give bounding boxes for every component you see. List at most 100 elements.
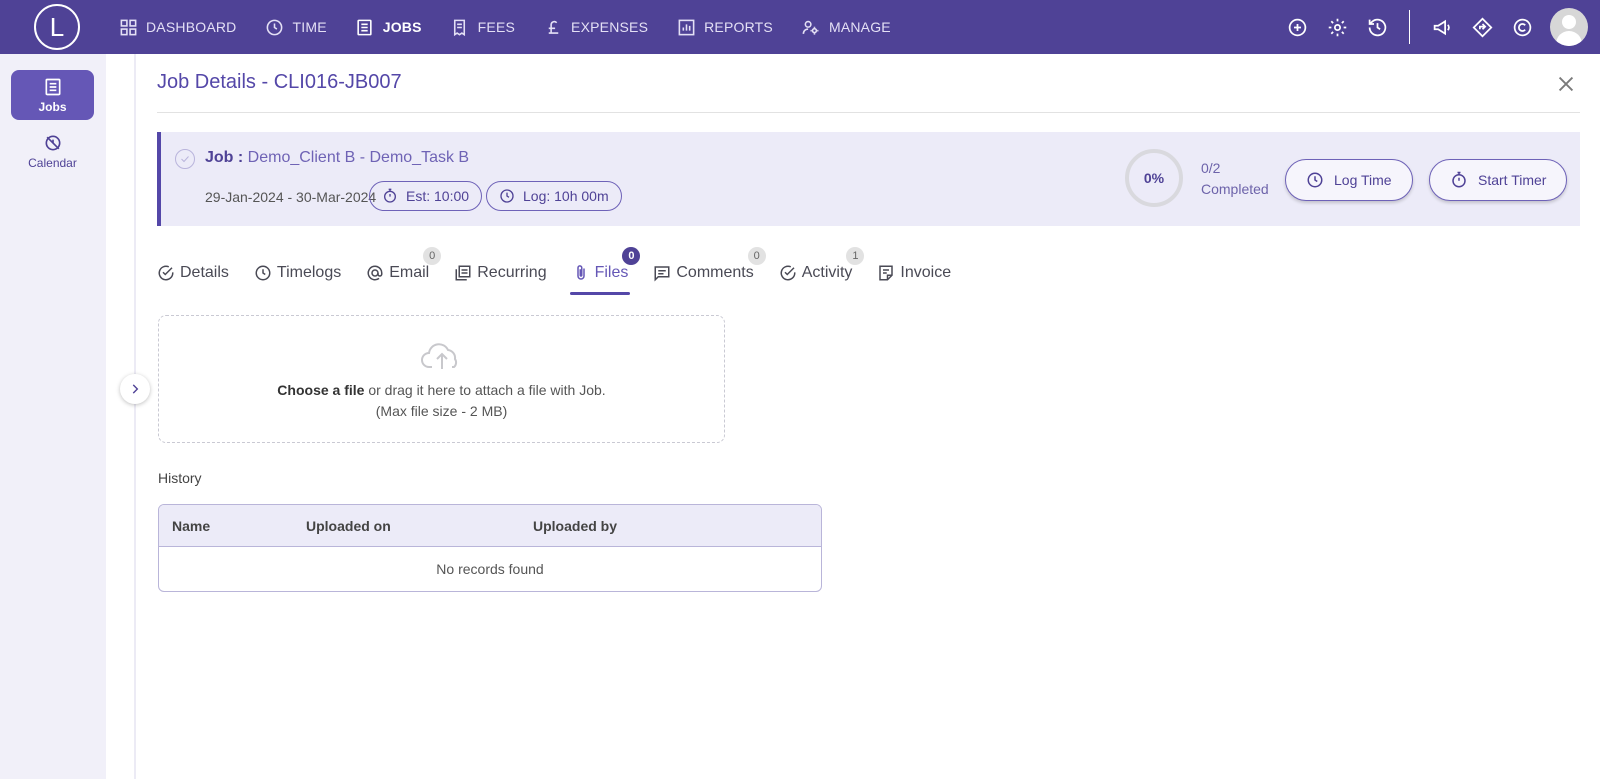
estimate-label: Est: 10:00 [406,188,470,204]
clock-icon [264,17,284,37]
copyright-icon[interactable] [1502,0,1542,54]
tab-label: Files [594,264,629,281]
tab-label: Email [389,264,430,281]
title-divider [157,112,1580,113]
top-navbar: L DASHBOARD TIME JOBS FEES EXPENSES REPO… [0,0,1600,54]
tab-activity[interactable]: Activity 1 [779,247,865,288]
sidebar-item-jobs[interactable]: Jobs [11,70,94,120]
tab-email[interactable]: Email 0 [366,247,442,288]
jobs-icon [355,17,375,37]
nav-dashboard-label: DASHBOARD [146,19,237,35]
tab-label: Timelogs [276,264,342,281]
fees-icon [450,17,470,37]
reports-icon [676,17,696,37]
sidebar-item-label: Jobs [38,99,67,114]
page-title: Job Details - CLI016-JB007 [157,71,402,93]
nav-time[interactable]: TIME [264,17,327,37]
check-icon [181,156,189,163]
dashboard-icon [118,17,138,37]
start-timer-label: Start Timer [1478,172,1547,188]
megaphone-icon[interactable] [1422,0,1462,54]
comments-count-badge: 0 [747,247,766,265]
history-table: Name Uploaded on Uploaded by No records … [158,504,822,592]
topbar-actions [1277,0,1600,54]
stopwatch-icon [384,188,396,203]
cloud-upload-icon [420,339,464,376]
estimate-pill[interactable]: Est: 10:00 [369,181,483,211]
clock-icon [500,189,514,203]
column-uploaded-on[interactable]: Uploaded on [306,518,391,534]
nav-reports-label: REPORTS [704,19,773,35]
nav-dashboard[interactable]: DASHBOARD [118,17,236,37]
nav-manage-label: MANAGE [828,19,891,35]
nav-jobs[interactable]: JOBS [355,17,422,37]
files-count-badge: 0 [622,247,641,265]
completed-count: 0/2 [1201,160,1221,176]
job-tabs: Details Timelogs Email 0 Recurring Files… [157,247,976,298]
close-button[interactable] [1555,73,1577,95]
app-logo[interactable]: L [34,4,80,50]
log-time-label: Log Time [1334,172,1392,188]
logged-pill[interactable]: Log: 10h 00m [486,181,622,211]
history-icon[interactable] [1357,0,1397,54]
chevron-right-icon [132,384,139,394]
jobs-list-icon [45,78,60,95]
nav-reports[interactable]: REPORTS [676,17,773,37]
column-uploaded-by[interactable]: Uploaded by [533,518,617,534]
settings-gear-icon[interactable] [1317,0,1357,54]
at-icon [367,265,383,281]
dropzone-instructions: Choose a file or drag it here to attach … [277,382,605,398]
log-time-button[interactable]: Log Time [1285,159,1413,201]
sidebar-gutter [106,54,136,779]
nav-time-label: TIME [292,19,327,35]
calendar-off-icon [45,135,60,150]
pound-icon [543,17,563,37]
tab-invoice[interactable]: Invoice [877,258,951,288]
logged-label: Log: 10h 00m [523,188,609,204]
paperclip-icon [576,265,585,280]
choose-file-link[interactable]: Choose a file [277,382,364,398]
nav-expenses-label: EXPENSES [571,19,649,35]
user-avatar[interactable] [1550,8,1588,46]
job-complete-toggle[interactable] [175,149,195,169]
nav-jobs-label: JOBS [382,19,422,35]
progress-ring: 0% [1125,149,1183,207]
nav-manage[interactable]: MANAGE [801,17,891,37]
tab-details[interactable]: Details [157,258,229,288]
max-size-note: (Max file size - 2 MB) [375,403,508,419]
job-summary-card: Job : Demo_Client B - Demo_Task B 29-Jan… [157,132,1580,226]
tab-label: Activity [801,264,853,281]
expand-sidebar-button[interactable] [120,374,150,404]
add-circle-icon[interactable] [1277,0,1317,54]
tab-label: Comments [676,264,754,281]
main-nav: DASHBOARD TIME JOBS FEES EXPENSES REPORT… [118,0,919,54]
dropzone-text: or drag it here to attach a file with Jo… [364,382,606,398]
completed-label: Completed [1201,181,1269,197]
tab-timelogs[interactable]: Timelogs [254,258,341,288]
tab-comments[interactable]: Comments 0 [653,247,766,288]
active-tab-indicator [570,292,630,295]
nav-fees[interactable]: FEES [450,17,515,37]
job-title: Job : Demo_Client B - Demo_Task B [205,149,469,167]
invoice-icon [879,265,894,281]
start-timer-button[interactable]: Start Timer [1429,159,1568,201]
left-sidebar: Jobs Calendar [0,54,106,779]
nav-expenses[interactable]: EXPENSES [543,17,648,37]
file-dropzone[interactable]: Choose a file or drag it here to attach … [158,315,725,443]
job-prefix: Job : [205,149,244,166]
history-label: History [158,470,202,486]
close-icon [1558,76,1574,92]
tab-label: Details [180,264,229,281]
manage-icon [801,17,821,37]
sidebar-item-calendar[interactable]: Calendar [11,126,94,176]
tab-label: Invoice [900,264,952,281]
column-name[interactable]: Name [172,518,210,534]
activity-check-icon [780,265,796,281]
nav-fees-label: FEES [477,19,516,35]
tab-recurring[interactable]: Recurring [454,258,547,288]
tab-files[interactable]: Files 0 [572,247,641,288]
directions-icon[interactable] [1462,0,1502,54]
job-date-range: 29-Jan-2024 - 30-Mar-2024 [205,189,377,205]
recurring-icon [455,265,471,281]
topbar-divider [1409,10,1410,44]
